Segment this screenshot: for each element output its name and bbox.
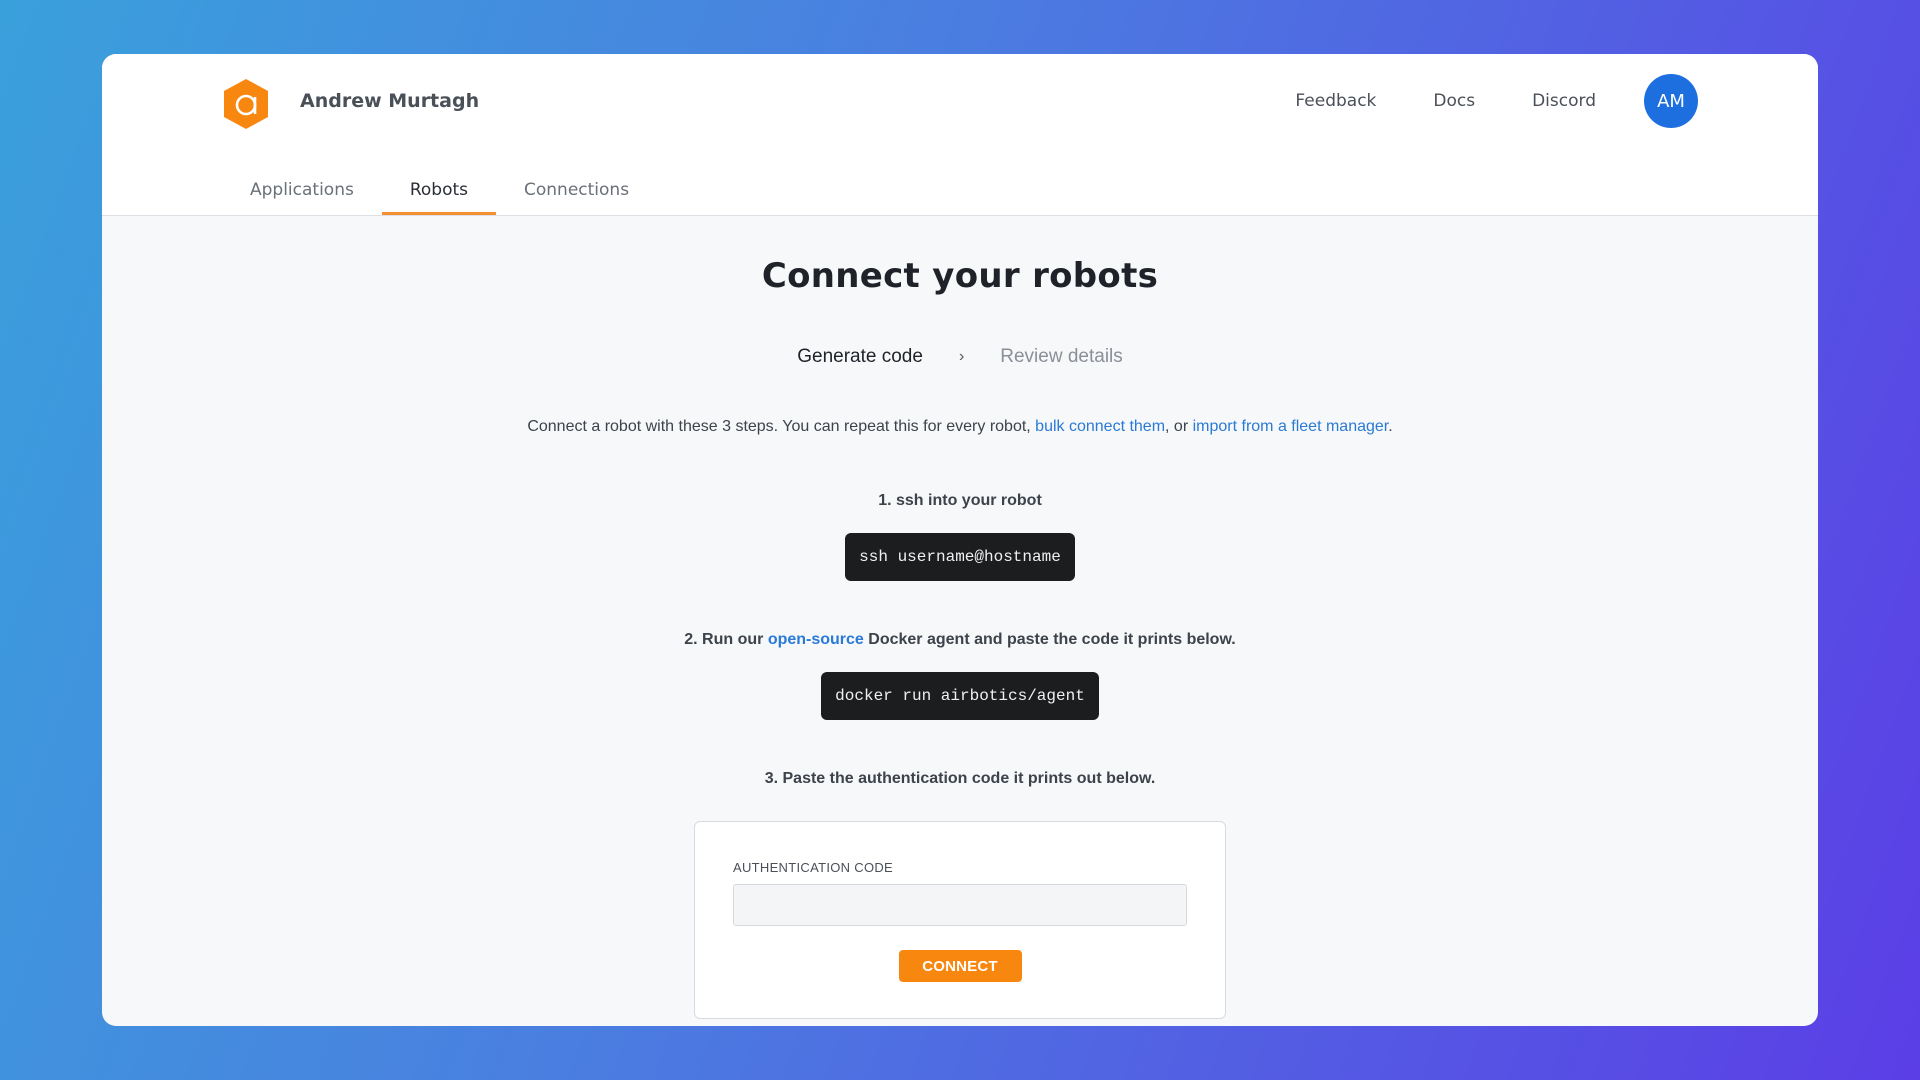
header-nav: Feedback Docs Discord xyxy=(1295,91,1596,111)
stepper: Generate code › Review details xyxy=(102,346,1818,368)
step-3-heading: 3. Paste the authentication code it prin… xyxy=(764,770,1156,787)
auth-code-card: AUTHENTICATION CODE CONNECT xyxy=(694,821,1226,1019)
connect-button[interactable]: CONNECT xyxy=(898,950,1022,982)
intro-text-after: . xyxy=(1388,418,1393,435)
chevron-right-icon: › xyxy=(958,348,965,365)
tab-applications[interactable]: Applications xyxy=(222,180,382,215)
step-2-text-before: 2. Run our xyxy=(684,631,768,648)
auth-code-label: AUTHENTICATION CODE xyxy=(733,860,894,875)
step-1-heading: 1. ssh into your robot xyxy=(878,492,1042,509)
main-tabs: Applications Robots Connections xyxy=(222,180,657,215)
user-avatar[interactable]: AM xyxy=(1644,74,1698,128)
ssh-command-block[interactable]: ssh username@hostname xyxy=(845,533,1075,581)
intro-text-before: Connect a robot with these 3 steps. You … xyxy=(527,418,1036,435)
app-window: Andrew Murtagh Feedback Docs Discord AM … xyxy=(102,54,1818,1026)
nav-feedback-link[interactable]: Feedback xyxy=(1295,91,1376,111)
org-name[interactable]: Andrew Murtagh xyxy=(300,90,479,112)
tab-connections[interactable]: Connections xyxy=(496,180,657,215)
top-bar: Andrew Murtagh Feedback Docs Discord AM … xyxy=(102,54,1818,216)
import-fleet-manager-link[interactable]: import from a fleet manager xyxy=(1193,418,1389,435)
docker-command-block[interactable]: docker run airbotics/agent xyxy=(821,672,1099,720)
step-generate-code: Generate code xyxy=(797,346,923,367)
auth-code-input[interactable] xyxy=(733,884,1187,926)
nav-discord-link[interactable]: Discord xyxy=(1532,91,1596,111)
step-2-text-after: Docker agent and paste the code it print… xyxy=(863,631,1236,648)
step-2-heading: 2. Run our open-source Docker agent and … xyxy=(102,631,1818,649)
bulk-connect-link[interactable]: bulk connect them xyxy=(1035,418,1165,435)
tab-robots[interactable]: Robots xyxy=(381,180,497,215)
nav-docs-link[interactable]: Docs xyxy=(1433,91,1475,111)
step-review-details: Review details xyxy=(1000,346,1123,367)
hexagon-logo-icon[interactable] xyxy=(222,77,270,131)
open-source-link[interactable]: open-source xyxy=(768,631,864,648)
main-content: Connect your robots Generate code › Revi… xyxy=(102,256,1818,1019)
page-title: Connect your robots xyxy=(761,256,1159,296)
button-row: CONNECT xyxy=(733,950,1187,982)
intro-text-middle: , or xyxy=(1165,418,1193,435)
intro-text: Connect a robot with these 3 steps. You … xyxy=(102,418,1818,436)
